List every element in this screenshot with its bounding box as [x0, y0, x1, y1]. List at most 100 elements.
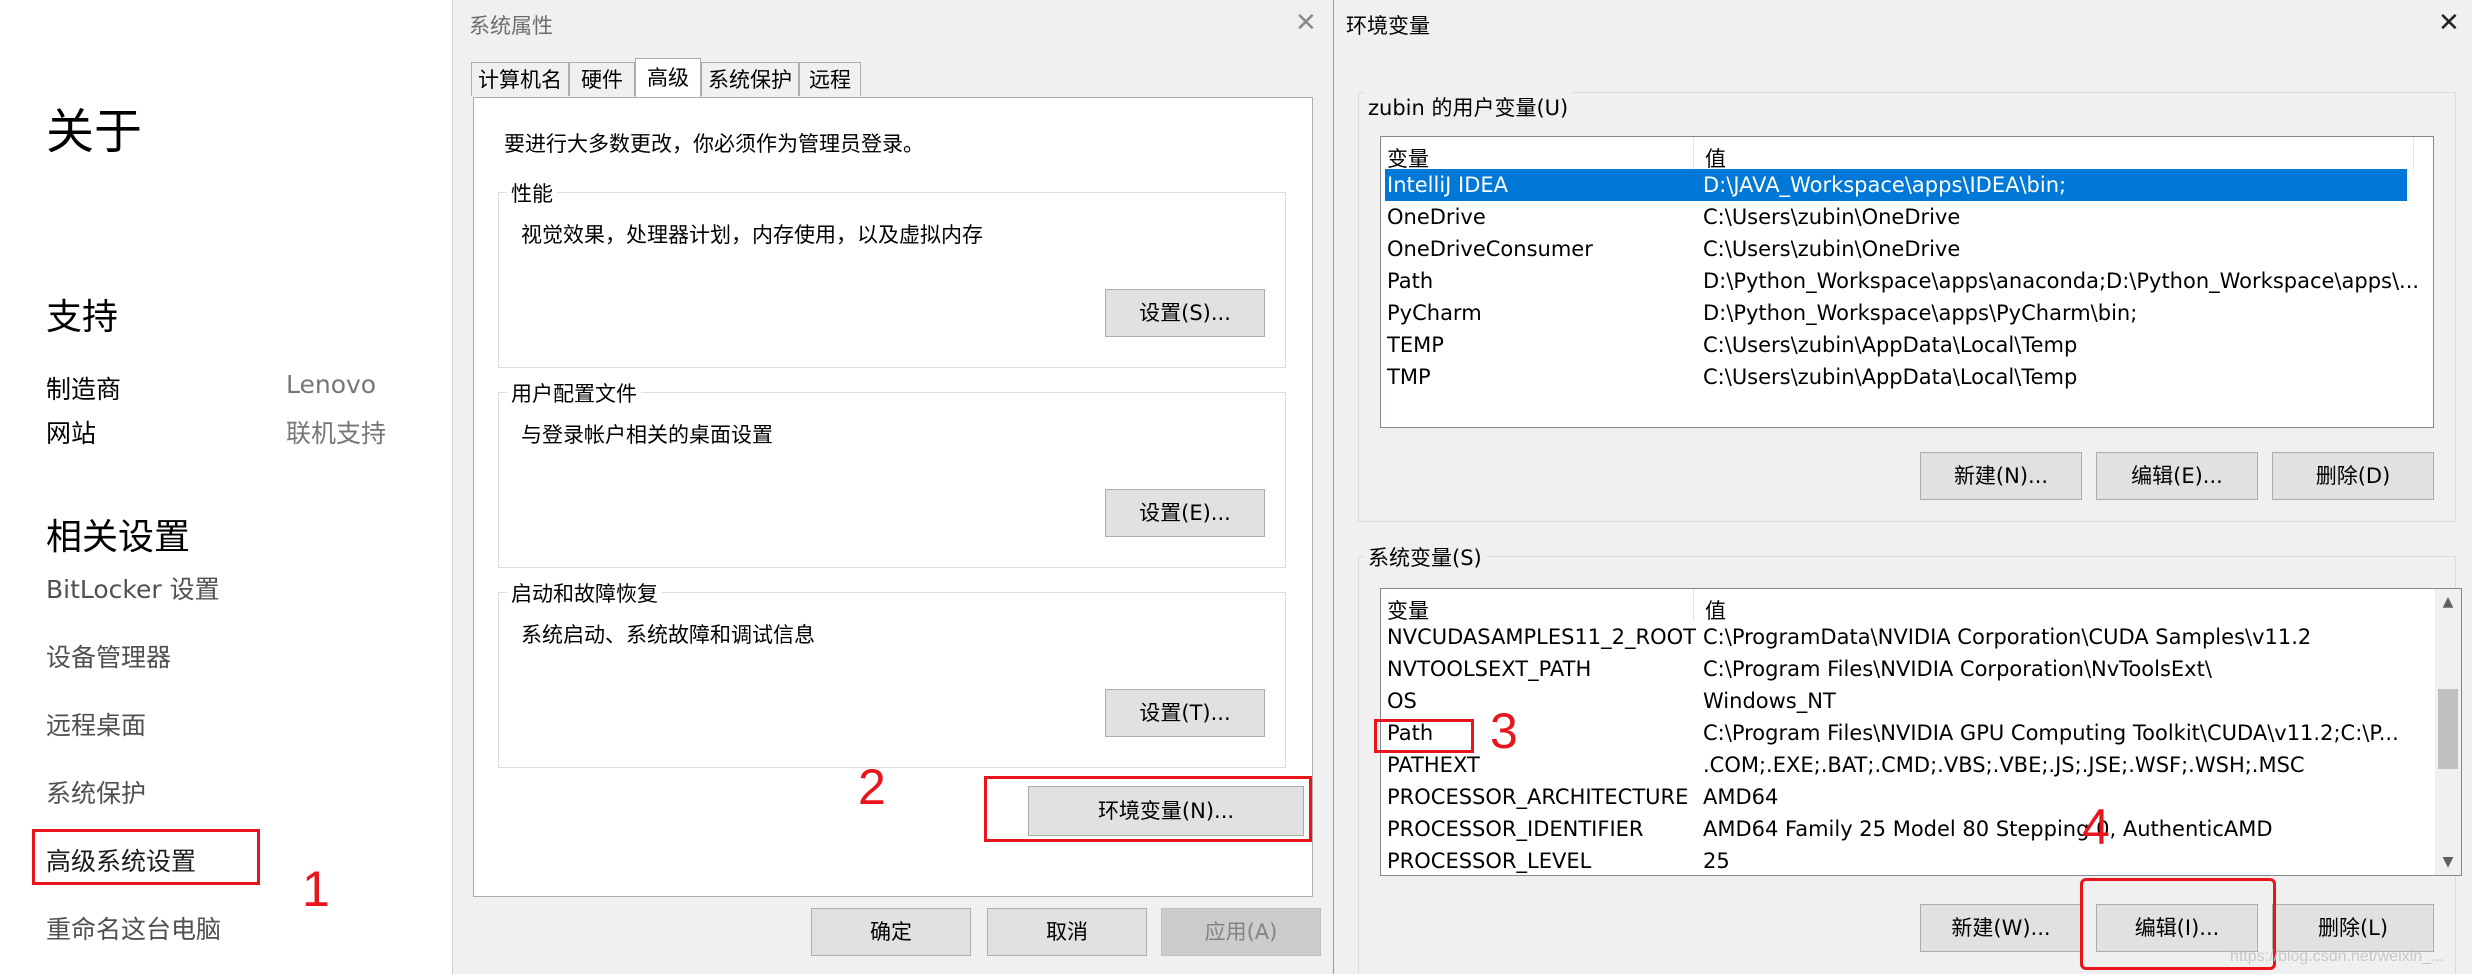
- online-support-link[interactable]: 联机支持: [286, 414, 386, 450]
- variable-value: AMD64 Family 25 Model 80 Stepping 0, Aut…: [1703, 817, 2273, 841]
- system-variable-row[interactable]: OS Windows_NT: [1385, 685, 2429, 717]
- scroll-up-icon[interactable]: ▲: [2435, 589, 2461, 615]
- system-variables-list[interactable]: 变量 值 NVCUDASAMPLES11_2_ROOT C:\ProgramDat…: [1380, 588, 2462, 876]
- tab-remote[interactable]: 远程: [799, 62, 861, 96]
- variable-name: NVTOOLSEXT_PATH: [1387, 657, 1592, 681]
- bitlocker-settings-link[interactable]: BitLocker 设置: [46, 570, 220, 606]
- apply-button[interactable]: 应用(A): [1161, 908, 1321, 956]
- variable-value: C:\Program Files\NVIDIA GPU Computing To…: [1703, 721, 2399, 745]
- user-variables-list[interactable]: 变量 值 IntelliJ IDEA D:\JAVA_Workspace\apps…: [1380, 136, 2434, 428]
- variable-value: AMD64: [1703, 785, 1779, 809]
- manufacturer-label: 制造商: [46, 375, 122, 404]
- system-variable-row[interactable]: PROCESSOR_IDENTIFIER AMD64 Family 25 Mode…: [1385, 813, 2429, 845]
- device-manager-link[interactable]: 设备管理器: [46, 638, 171, 674]
- rename-pc-link[interactable]: 重命名这台电脑: [46, 910, 221, 946]
- user-variable-row[interactable]: PyCharm D:\Python_Workspace\apps\PyCharm\…: [1385, 297, 2407, 329]
- ok-button[interactable]: 确定: [811, 908, 971, 956]
- variable-value: C:\Users\zubin\OneDrive: [1703, 237, 1961, 261]
- scroll-down-icon[interactable]: ▼: [2435, 849, 2461, 875]
- user-profiles-group-title: 用户配置文件: [507, 378, 641, 408]
- annotation-step-3: 3: [1490, 703, 1518, 759]
- system-variable-row[interactable]: NVTOOLSEXT_PATH C:\Program Files\NVIDIA C…: [1385, 653, 2429, 685]
- system-delete-button[interactable]: 删除(L): [2272, 904, 2434, 952]
- website-label: 网站: [46, 419, 97, 448]
- user-profiles-settings-button[interactable]: 设置(E)...: [1105, 489, 1265, 537]
- close-icon[interactable]: ✕: [2438, 10, 2460, 36]
- performance-desc: 视觉效果，处理器计划，内存使用，以及虚拟内存: [521, 223, 983, 247]
- variable-value: D:\Python_Workspace\apps\PyCharm\bin;: [1703, 301, 2138, 325]
- remote-desktop-link[interactable]: 远程桌面: [46, 706, 146, 742]
- user-variable-row[interactable]: TEMP C:\Users\zubin\AppData\Local\Temp: [1385, 329, 2407, 361]
- support-title: 支持: [46, 297, 119, 338]
- variable-name: OneDrive: [1387, 205, 1486, 229]
- user-variable-row[interactable]: IntelliJ IDEA D:\JAVA_Workspace\apps\IDEA…: [1385, 169, 2407, 201]
- user-profiles-group: 用户配置文件 与登录帐户相关的桌面设置 设置(E)...: [498, 378, 1286, 568]
- variable-value: C:\Users\zubin\AppData\Local\Temp: [1703, 333, 2078, 357]
- close-icon[interactable]: ✕: [1295, 10, 1317, 36]
- annotation-step-4: 4: [2082, 799, 2110, 855]
- admin-note: 要进行大多数更改，你必须作为管理员登录。: [504, 132, 924, 156]
- user-delete-button[interactable]: 删除(D): [2272, 452, 2434, 500]
- column-separator[interactable]: [2413, 137, 2414, 169]
- system-variable-row[interactable]: NVCUDASAMPLES11_2_ROOT C:\ProgramData\NVI…: [1385, 621, 2429, 653]
- variable-value: D:\Python_Workspace\apps\anaconda;D:\Pyt…: [1703, 269, 2420, 293]
- variable-name: TMP: [1387, 365, 1431, 389]
- variable-name: PATHEXT: [1387, 753, 1480, 777]
- startup-recovery-settings-button[interactable]: 设置(T)...: [1105, 689, 1265, 737]
- variable-name: IntelliJ IDEA: [1387, 173, 1509, 197]
- variable-value: C:\Users\zubin\AppData\Local\Temp: [1703, 365, 2078, 389]
- variable-value: D:\JAVA_Workspace\apps\IDEA\bin;: [1703, 173, 2067, 197]
- variable-name: TEMP: [1387, 333, 1444, 357]
- system-variable-row[interactable]: PROCESSOR_LEVEL 25: [1385, 845, 2429, 875]
- variable-name: PROCESSOR_ARCHITECTURE: [1387, 785, 1689, 809]
- dialog-title: 系统属性: [469, 14, 553, 38]
- variable-name: NVCUDASAMPLES11_2_ROOT: [1387, 625, 1697, 649]
- cancel-button[interactable]: 取消: [987, 908, 1147, 956]
- annotation-box-env-button: [984, 776, 1312, 842]
- related-settings-title: 相关设置: [46, 517, 191, 558]
- scroll-thumb[interactable]: [2438, 689, 2458, 769]
- startup-recovery-group-title: 启动和故障恢复: [507, 578, 662, 608]
- variable-name: OS: [1387, 689, 1417, 713]
- variable-value: C:\Users\zubin\OneDrive: [1703, 205, 1961, 229]
- about-title: 关于: [46, 104, 143, 160]
- system-new-button[interactable]: 新建(W)...: [1920, 904, 2082, 952]
- variable-name: PyCharm: [1387, 301, 1482, 325]
- system-list-scrollbar[interactable]: ▲ ▼: [2435, 589, 2461, 875]
- variable-name: OneDriveConsumer: [1387, 237, 1593, 261]
- user-variable-row[interactable]: OneDrive C:\Users\zubin\OneDrive: [1385, 201, 2407, 233]
- variable-value: C:\ProgramData\NVIDIA Corporation\CUDA S…: [1703, 625, 2312, 649]
- performance-settings-button[interactable]: 设置(S)...: [1105, 289, 1265, 337]
- tab-system-protection[interactable]: 系统保护: [701, 62, 799, 96]
- annotation-step-2: 2: [858, 759, 886, 815]
- tab-hardware[interactable]: 硬件: [569, 62, 635, 96]
- user-variable-row[interactable]: Path D:\Python_Workspace\apps\anaconda;D:…: [1385, 265, 2419, 297]
- column-separator[interactable]: [1693, 137, 1694, 169]
- variable-value: .COM;.EXE;.BAT;.CMD;.VBS;.VBE;.JS;.JSE;.…: [1703, 753, 2305, 777]
- watermark-text: https://blog.csdn.net/weixin_...: [2230, 948, 2445, 965]
- system-variable-row[interactable]: Path C:\Program Files\NVIDIA GPU Computin…: [1385, 717, 2429, 749]
- system-list-header: 变量 值: [1381, 589, 2461, 623]
- environment-variables-dialog: 环境变量 ✕ zubin 的用户变量(U) 变量 值 IntelliJ IDEA…: [1334, 0, 2472, 974]
- dialog-title: 环境变量: [1346, 14, 1430, 38]
- annotation-box-advanced-settings: [32, 829, 260, 885]
- user-variable-row[interactable]: TMP C:\Users\zubin\AppData\Local\Temp: [1385, 361, 2407, 393]
- tab-advanced[interactable]: 高级: [635, 58, 701, 97]
- performance-group: 性能 视觉效果，处理器计划，内存使用，以及虚拟内存 设置(S)...: [498, 178, 1286, 368]
- user-new-button[interactable]: 新建(N)...: [1920, 452, 2082, 500]
- tab-computer-name[interactable]: 计算机名: [471, 62, 569, 96]
- system-variable-row[interactable]: PROCESSOR_ARCHITECTURE AMD64: [1385, 781, 2429, 813]
- user-list-header: 变量 值: [1381, 137, 2433, 171]
- variable-value: Windows_NT: [1703, 689, 1836, 713]
- variable-value: C:\Program Files\NVIDIA Corporation\NvTo…: [1703, 657, 2212, 681]
- system-variable-row[interactable]: PATHEXT .COM;.EXE;.BAT;.CMD;.VBS;.VBE;.JS…: [1385, 749, 2429, 781]
- user-profiles-desc: 与登录帐户相关的桌面设置: [521, 423, 773, 447]
- startup-recovery-desc: 系统启动、系统故障和调试信息: [521, 623, 815, 647]
- user-variable-row[interactable]: OneDriveConsumer C:\Users\zubin\OneDrive: [1385, 233, 2407, 265]
- user-variables-title: zubin 的用户变量(U): [1364, 92, 1573, 122]
- user-edit-button[interactable]: 编辑(E)...: [2096, 452, 2258, 500]
- performance-group-title: 性能: [507, 178, 557, 208]
- column-separator[interactable]: [1693, 589, 1694, 621]
- system-protection-link[interactable]: 系统保护: [46, 774, 146, 810]
- variable-name: PROCESSOR_IDENTIFIER: [1387, 817, 1644, 841]
